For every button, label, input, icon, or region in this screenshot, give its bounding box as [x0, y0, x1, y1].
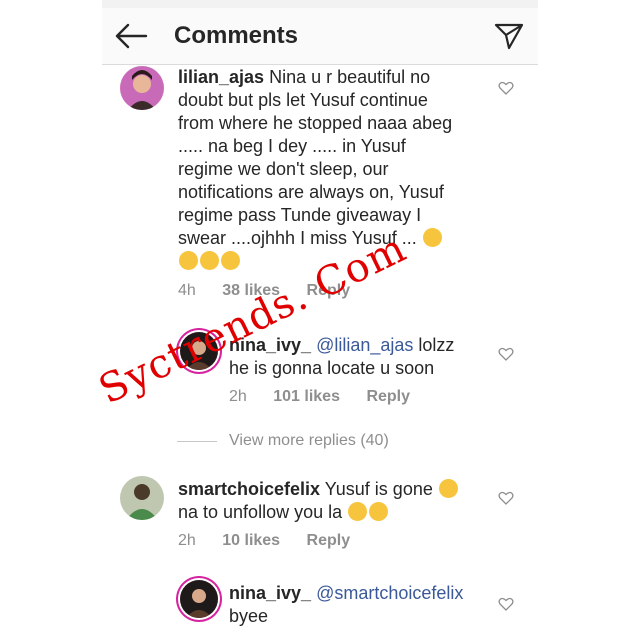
heart-icon[interactable]: [498, 80, 514, 96]
comment-meta: 2h 10 likes Reply: [178, 532, 350, 550]
comment-time: 2h: [178, 532, 196, 549]
crying-face-icon: [200, 251, 219, 270]
reply-text: nina_ivy_ @lilian_ajas lolzz he is gonna…: [229, 334, 479, 380]
comment-username[interactable]: lilian_ajas: [178, 67, 264, 87]
grimacing-face-icon: [348, 502, 368, 521]
status-bar: [102, 0, 538, 8]
reply-button[interactable]: Reply: [366, 388, 410, 405]
page-title: Comments: [174, 22, 299, 49]
crying-face-icon: [221, 251, 240, 270]
comment-likes[interactable]: 101 likes: [273, 388, 340, 405]
direct-send-icon[interactable]: [494, 22, 524, 50]
heart-icon[interactable]: [498, 596, 514, 612]
comment-username[interactable]: smartchoicefelix: [178, 479, 320, 499]
comment-text: smartchoicefelix Yusuf is gone na to unf…: [178, 478, 488, 524]
mention-link[interactable]: @smartchoicefelix: [316, 583, 463, 603]
crying-face-icon: [422, 228, 442, 247]
comments-screen: Comments lilian_ajas Nina u r beautiful …: [102, 0, 538, 640]
heart-icon[interactable]: [498, 490, 514, 506]
comment-text: lilian_ajas Nina u r beautiful no doubt …: [178, 66, 458, 273]
comment-body: byee: [229, 606, 269, 626]
reply-button[interactable]: Reply: [307, 532, 351, 549]
avatar[interactable]: [120, 66, 164, 110]
avatar[interactable]: [180, 580, 218, 618]
comment-meta: 2h 101 likes Reply: [229, 388, 410, 406]
avatar[interactable]: [120, 476, 164, 520]
grimacing-face-icon: [369, 502, 389, 521]
heart-icon[interactable]: [498, 346, 514, 362]
comment-likes[interactable]: 10 likes: [222, 532, 280, 549]
comment-username[interactable]: nina_ivy_: [229, 583, 311, 603]
confused-face-icon: [438, 479, 458, 498]
arrow-left-icon[interactable]: [114, 22, 148, 50]
comment-time: 2h: [229, 388, 247, 405]
comment-body-line2: na to unfollow you la: [178, 502, 343, 522]
comment-time: 4h: [178, 282, 196, 299]
crying-face-icon: [179, 251, 198, 270]
mention-link[interactable]: @lilian_ajas: [316, 335, 413, 355]
comment-body: Yusuf is gone: [324, 479, 433, 499]
divider: [177, 441, 217, 442]
view-more-replies[interactable]: View more replies (40): [229, 432, 389, 450]
header-bar: Comments: [102, 8, 538, 65]
comment-body: Nina u r beautiful no doubt but pls let …: [178, 67, 453, 248]
reply-text: nina_ivy_ @smartchoicefelix byee: [229, 582, 489, 628]
